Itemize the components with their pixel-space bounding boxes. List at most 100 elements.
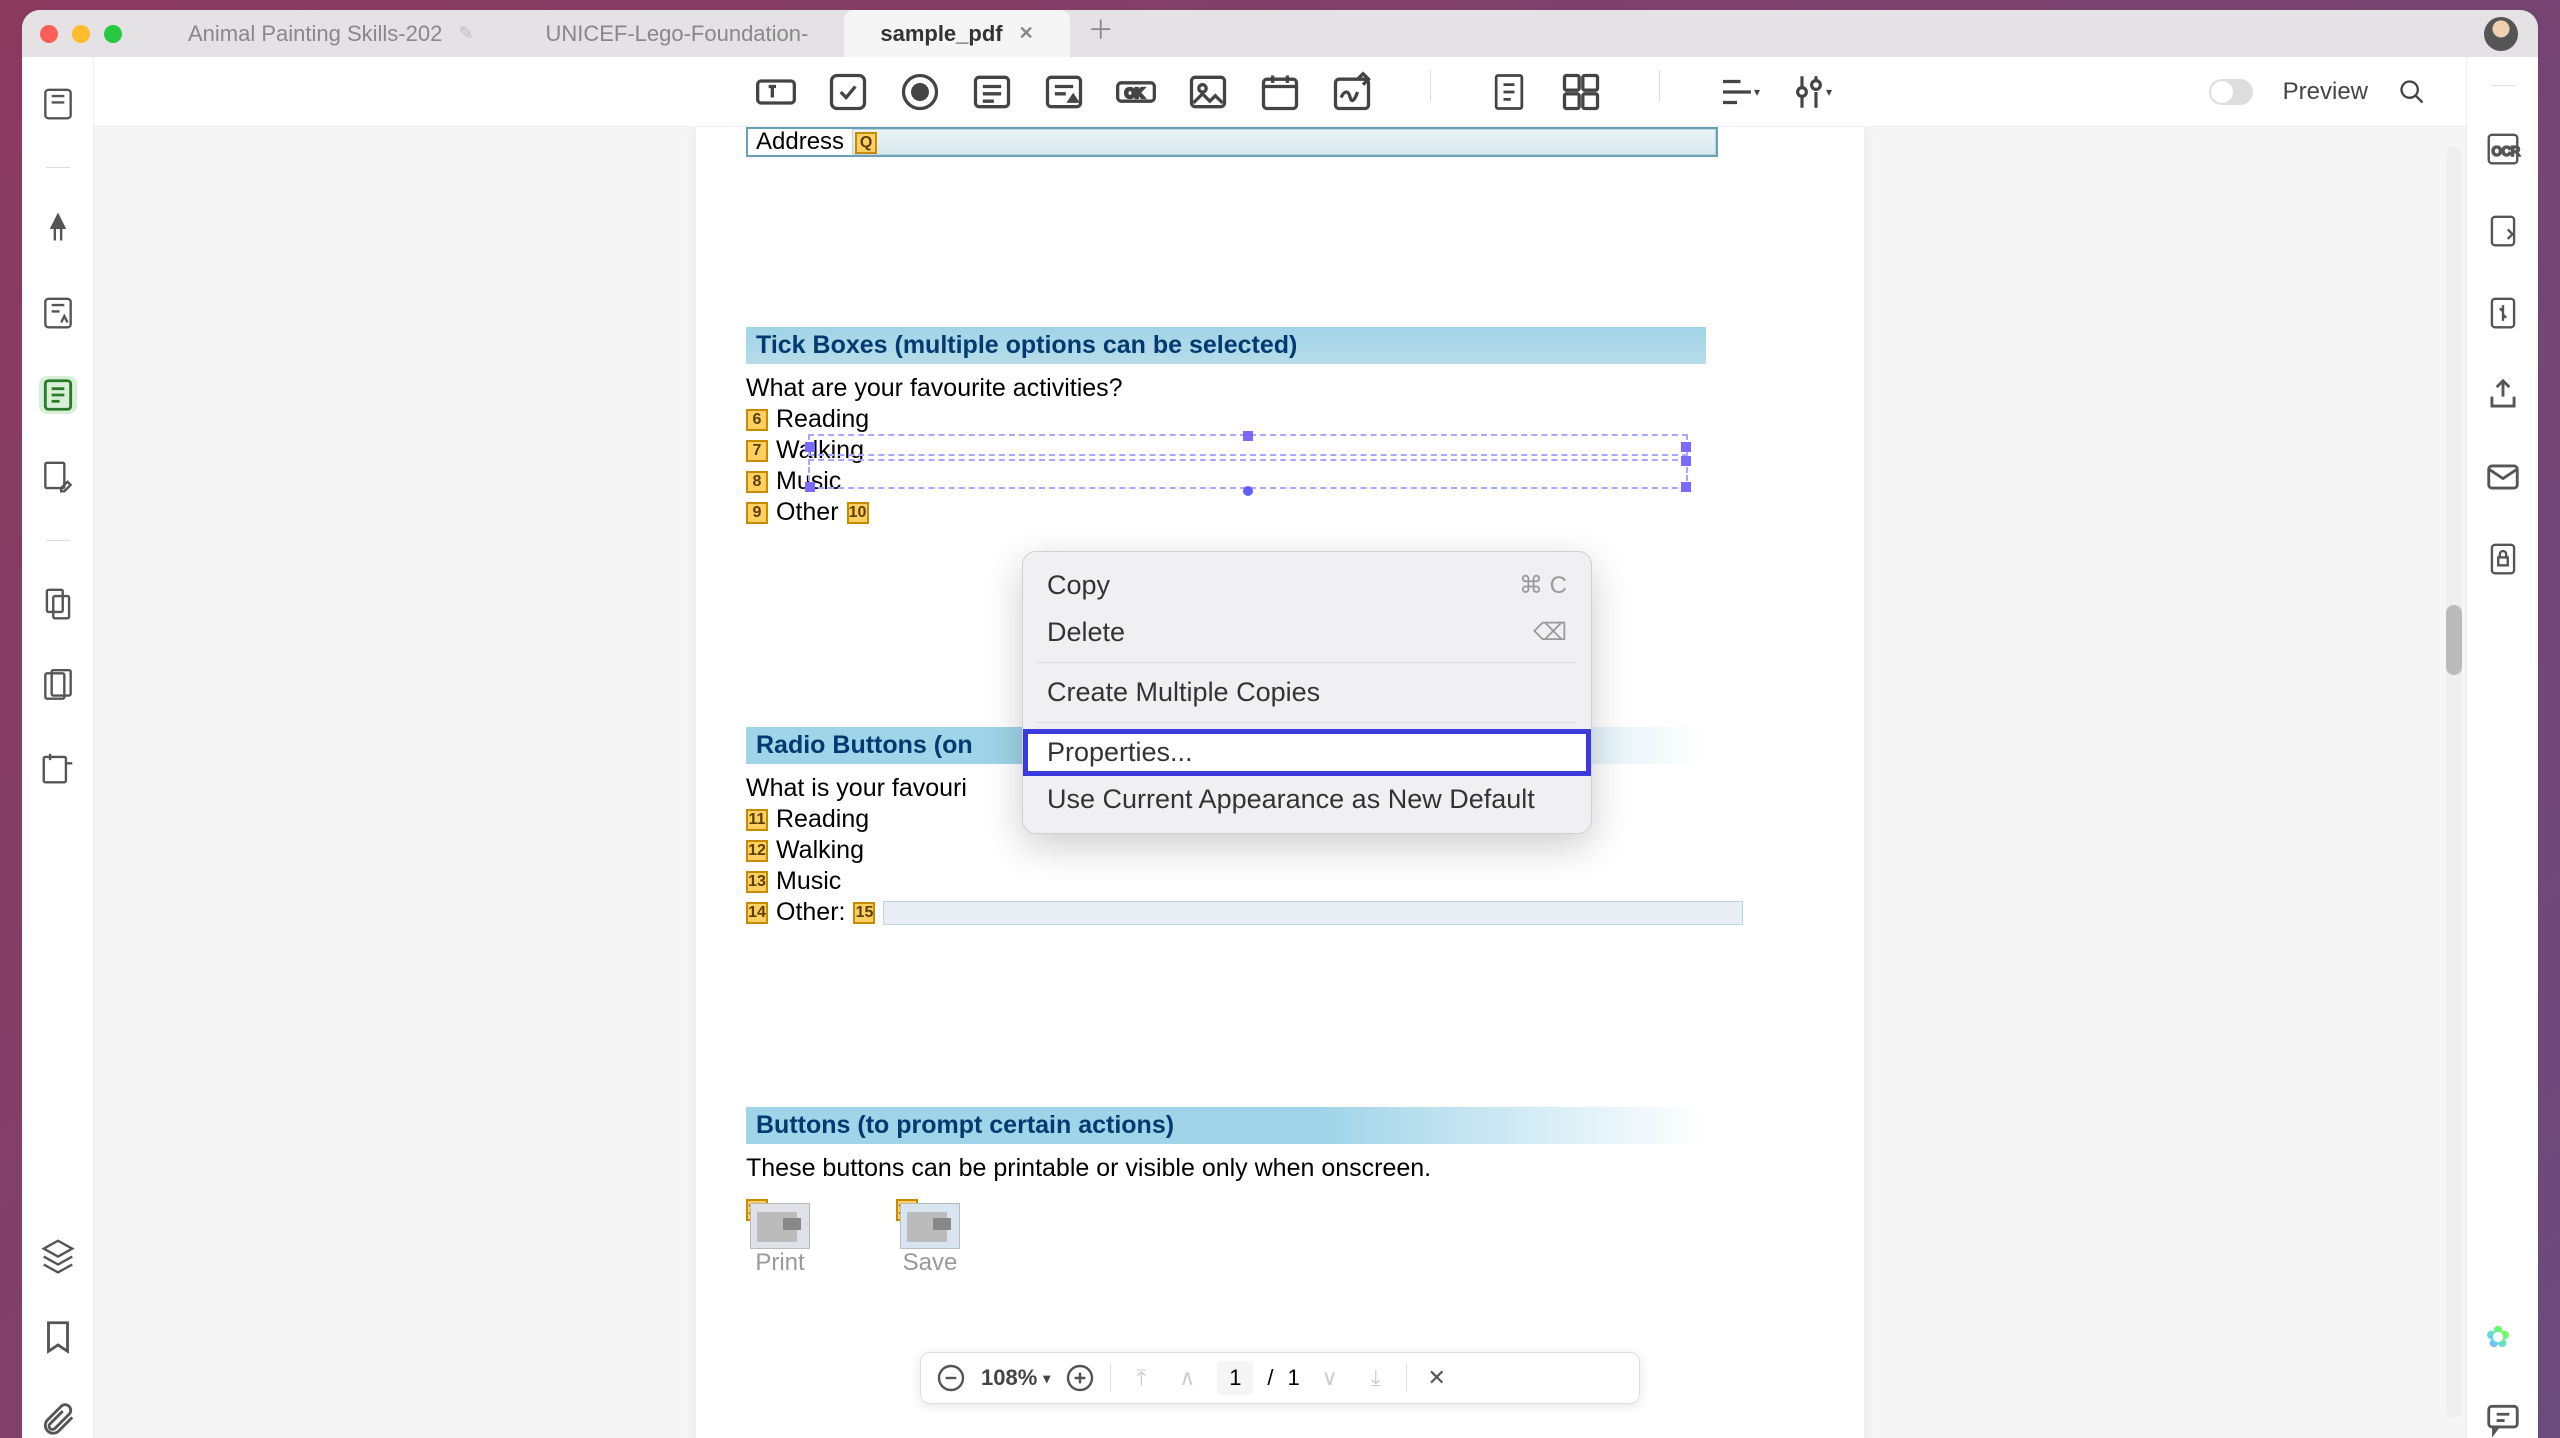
save-button-field[interactable]: 17 Save [900, 1203, 960, 1277]
scrollbar[interactable] [2446, 147, 2462, 1418]
option-label: Reading [776, 405, 869, 434]
text-field-tool[interactable] [754, 70, 798, 114]
close-bottombar-button[interactable]: ✕ [1421, 1362, 1453, 1394]
menu-delete[interactable]: Delete ⌫ [1023, 609, 1591, 656]
option-music-2: 13 Music [746, 867, 1814, 896]
left-sidebar [22, 57, 94, 1438]
checkbox-tool[interactable] [826, 70, 870, 114]
ocr-icon[interactable]: OCR [2484, 130, 2522, 168]
field-marker: 15 [853, 902, 875, 924]
option-label: Other [776, 498, 839, 527]
fillsign-icon[interactable] [39, 294, 77, 332]
thumbnails-icon[interactable] [39, 85, 77, 123]
menu-copy[interactable]: Copy ⌘ C [1023, 562, 1591, 609]
tab-animal-painting[interactable]: Animal Painting Skills-202 ✎ [152, 10, 509, 57]
attachment-icon[interactable] [39, 1400, 77, 1438]
field-marker: 6 [746, 409, 768, 431]
close-window-button[interactable] [40, 25, 58, 43]
field-marker: 8 [746, 471, 768, 493]
prev-page-button[interactable]: ∧ [1171, 1362, 1203, 1394]
menu-shortcut: ⌫ [1533, 618, 1567, 647]
tab-sample-pdf[interactable]: sample_pdf ✕ [844, 10, 1069, 57]
menu-create-copies[interactable]: Create Multiple Copies [1023, 669, 1591, 716]
bookmark-icon[interactable] [39, 1318, 77, 1356]
next-page-button[interactable]: ∨ [1314, 1362, 1346, 1394]
email-icon[interactable] [2484, 458, 2522, 496]
tools-icon[interactable]: ▾ [1788, 70, 1832, 114]
option-reading: 6 Reading [746, 405, 1814, 434]
edit-pdf-icon[interactable] [39, 458, 77, 496]
listbox-tool[interactable] [970, 70, 1014, 114]
field-marker: 13 [746, 871, 768, 893]
annotate-icon[interactable] [39, 212, 77, 250]
traffic-lights [40, 25, 122, 43]
option-label: Music [776, 467, 841, 496]
toolbar-separator [1659, 70, 1660, 102]
address-row: Address Q [746, 127, 1718, 157]
menu-shortcut: ⌘ C [1519, 571, 1567, 600]
layers-icon[interactable] [39, 1236, 77, 1274]
duplicate-icon[interactable] [39, 667, 77, 705]
pencil-icon: ✎ [458, 23, 473, 44]
top-toolbar: OK ▾ ▾ Preview [94, 57, 2466, 127]
maximize-window-button[interactable] [104, 25, 122, 43]
close-tab-icon[interactable]: ✕ [1019, 23, 1034, 44]
field-marker: 11 [746, 809, 768, 831]
tab-label: Animal Painting Skills-202 [188, 21, 442, 47]
grid-icon[interactable] [1559, 70, 1603, 114]
page-ops-icon[interactable] [39, 585, 77, 623]
option-music: 8 Music [746, 467, 1814, 496]
user-avatar[interactable] [2484, 17, 2518, 51]
button-tool[interactable]: OK [1114, 70, 1158, 114]
signature-tool[interactable] [1330, 70, 1374, 114]
dropdown-tool[interactable] [1042, 70, 1086, 114]
printer-icon [750, 1203, 810, 1249]
compress-icon[interactable] [2484, 294, 2522, 332]
field-marker: 10 [847, 502, 869, 524]
search-icon[interactable] [2398, 78, 2426, 106]
scrollbar-thumb[interactable] [2446, 605, 2462, 675]
align-tool[interactable]: ▾ [1716, 70, 1760, 114]
toolbar-separator [1430, 70, 1431, 102]
share-icon[interactable] [2484, 376, 2522, 414]
option-label: Music [776, 867, 841, 896]
page-input[interactable]: 1 [1217, 1361, 1253, 1395]
protect-icon[interactable] [2484, 540, 2522, 578]
print-button-field[interactable]: 16 Print [750, 1203, 810, 1277]
svg-text:OCR: OCR [2491, 144, 2519, 158]
minimize-window-button[interactable] [72, 25, 90, 43]
toolbar-right: Preview [2209, 78, 2426, 106]
option-label: Other: [776, 898, 845, 927]
page-total: 1 [1287, 1365, 1299, 1391]
rail-separator [46, 540, 70, 541]
last-page-button[interactable]: ⤓ [1360, 1362, 1392, 1394]
page-separator: / [1267, 1365, 1273, 1391]
other-field[interactable] [883, 901, 1743, 925]
bottom-toolbar: 108%▾ ⤒ ∧ 1 / 1 ∨ ⤓ ✕ [920, 1352, 1640, 1404]
zoom-out-button[interactable] [935, 1362, 967, 1394]
image-tool[interactable] [1186, 70, 1230, 114]
crop-icon[interactable] [39, 749, 77, 787]
radio-tool[interactable] [898, 70, 942, 114]
add-tab-button[interactable]: ＋ [1070, 10, 1132, 57]
date-tool[interactable] [1258, 70, 1302, 114]
page-icon[interactable] [1487, 70, 1531, 114]
option-walking-2: 12Walking [746, 836, 1814, 865]
tab-label: UNICEF-Lego-Foundation- [545, 21, 808, 47]
option-other: 9Other10 [746, 498, 1814, 527]
menu-use-default[interactable]: Use Current Appearance as New Default [1023, 776, 1591, 823]
preview-toggle[interactable] [2209, 79, 2253, 105]
edit-form-icon[interactable] [39, 376, 77, 414]
zoom-level[interactable]: 108%▾ [981, 1365, 1050, 1391]
address-field[interactable]: Q [852, 129, 1716, 155]
comment-icon[interactable] [2484, 1400, 2522, 1438]
zoom-in-button[interactable] [1064, 1362, 1096, 1394]
ai-icon[interactable] [2484, 1318, 2522, 1356]
svg-text:OK: OK [1125, 85, 1144, 100]
menu-properties[interactable]: Properties... [1023, 729, 1591, 776]
tab-unicef-lego[interactable]: UNICEF-Lego-Foundation- [509, 10, 844, 57]
option-other-2: 14Other:15 [746, 898, 1814, 927]
save-icon [900, 1203, 960, 1249]
export-icon[interactable] [2484, 212, 2522, 250]
first-page-button[interactable]: ⤒ [1125, 1362, 1157, 1394]
